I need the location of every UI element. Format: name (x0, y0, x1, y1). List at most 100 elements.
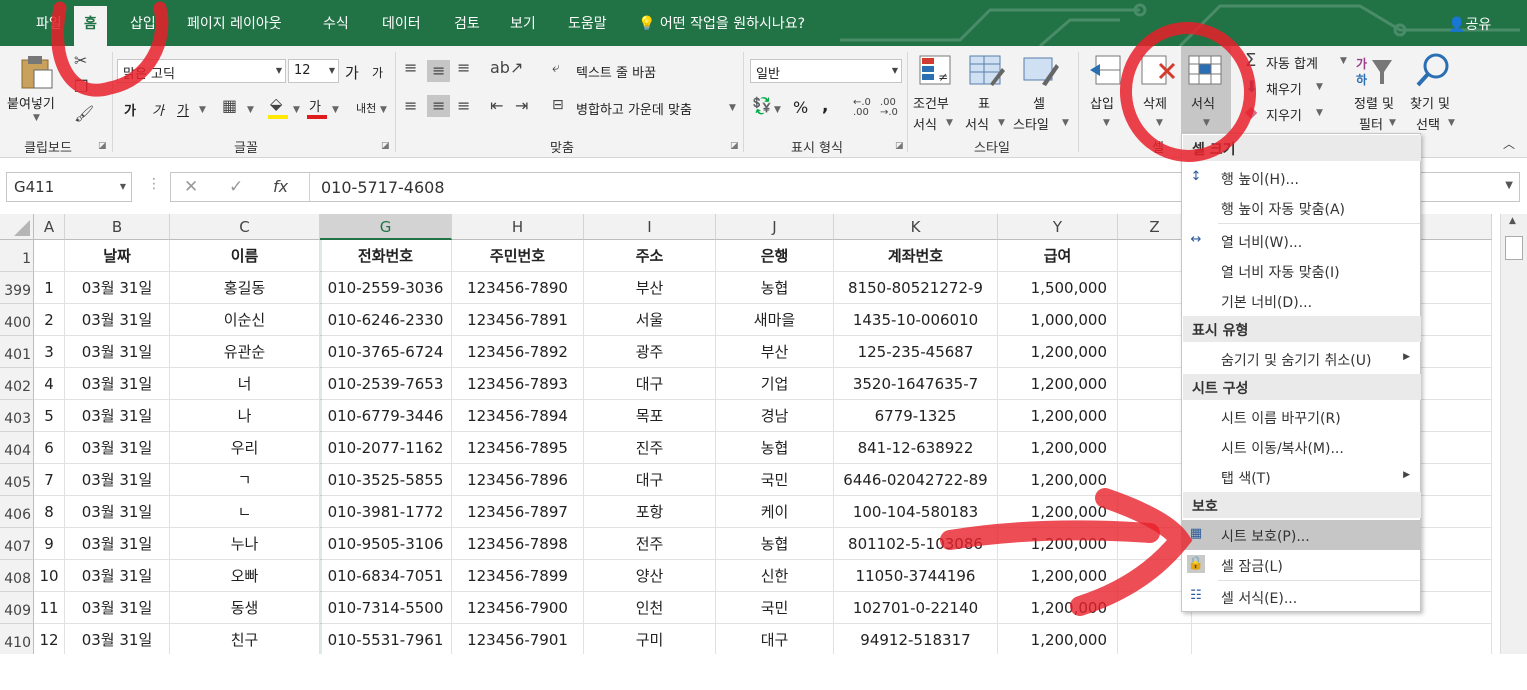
table-cell[interactable]: 03월 31일 (65, 560, 170, 592)
table-cell[interactable] (1118, 624, 1192, 654)
row-header[interactable]: 400 (0, 304, 34, 336)
table-cell[interactable]: 801102-5-103086 (834, 528, 998, 560)
table-cell[interactable]: 1,200,000 (998, 464, 1118, 496)
phonetic-guide-button[interactable]: 내천 (356, 100, 376, 116)
table-cell[interactable]: 4 (34, 368, 65, 400)
header-cell[interactable]: 날짜 (65, 240, 170, 272)
align-bottom-icon[interactable]: ≡ (457, 60, 470, 76)
tab-review[interactable]: 검토 (454, 13, 480, 33)
table-cell[interactable]: 03월 31일 (65, 592, 170, 624)
column-header-Y[interactable]: Y (998, 214, 1118, 240)
row-header[interactable]: 410 (0, 624, 34, 654)
vertical-scrollbar[interactable]: ▲ (1500, 214, 1527, 654)
align-right-icon[interactable]: ≡ (457, 98, 470, 114)
menu-item-format-cells[interactable]: ☷ 셀 서식(E)... (1182, 582, 1420, 612)
menu-item-autofit-column-width[interactable]: 열 너비 자동 맞춤(I) (1182, 256, 1420, 286)
tab-data[interactable]: 데이터 (382, 13, 421, 33)
border-icon[interactable]: ▦ (222, 98, 237, 114)
table-cell[interactable]: 11050-3744196 (834, 560, 998, 592)
row-header[interactable]: 408 (0, 560, 34, 592)
table-cell[interactable]: 10 (34, 560, 65, 592)
table-cell[interactable]: 3 (34, 336, 65, 368)
table-cell[interactable]: 홍길동 (170, 272, 320, 304)
formula-value[interactable]: 010-5717-4608 (321, 178, 445, 197)
table-cell[interactable]: 102701-0-22140 (834, 592, 998, 624)
table-cell[interactable]: 123456-7900 (452, 592, 584, 624)
header-cell[interactable]: 급여 (998, 240, 1118, 272)
table-cell[interactable]: 010-2559-3036 (320, 272, 452, 304)
table-cell[interactable]: 03월 31일 (65, 528, 170, 560)
underline-button[interactable]: 가 (177, 100, 189, 119)
table-cell[interactable]: 인천 (584, 592, 716, 624)
table-cell[interactable]: 03월 31일 (65, 400, 170, 432)
table-cell[interactable]: 123456-7899 (452, 560, 584, 592)
menu-item-column-width[interactable]: ↔ 열 너비(W)... (1182, 226, 1420, 256)
table-cell[interactable]: 010-7314-5500 (320, 592, 452, 624)
table-cell[interactable]: 03월 31일 (65, 336, 170, 368)
menu-item-hide-unhide[interactable]: 숨기기 및 숨기기 취소(U) ▶ (1182, 344, 1420, 374)
row-header[interactable]: 407 (0, 528, 34, 560)
table-cell[interactable]: 11 (34, 592, 65, 624)
row-header[interactable]: 409 (0, 592, 34, 624)
column-header-K[interactable]: K (834, 214, 998, 240)
table-cell[interactable]: 대구 (716, 624, 834, 654)
row-header[interactable]: 401 (0, 336, 34, 368)
number-format-combo[interactable]: 일반 ▼ (750, 59, 902, 83)
table-cell[interactable]: 1435-10-006010 (834, 304, 998, 336)
column-header-I[interactable]: I (584, 214, 716, 240)
header-cell[interactable]: 주소 (584, 240, 716, 272)
font-size-combo[interactable]: 12 ▼ (288, 59, 339, 83)
tab-insert[interactable]: 삽입 (130, 13, 156, 33)
table-cell[interactable]: 이순신 (170, 304, 320, 336)
table-cell[interactable]: 1,200,000 (998, 400, 1118, 432)
table-cell[interactable]: 누나 (170, 528, 320, 560)
table-cell[interactable]: 5 (34, 400, 65, 432)
table-cell[interactable]: 123456-7893 (452, 368, 584, 400)
table-cell[interactable]: 100-104-580183 (834, 496, 998, 528)
row-header[interactable]: 403 (0, 400, 34, 432)
name-box[interactable]: G411 ▼ (6, 172, 132, 202)
menu-item-protect-sheet[interactable]: ▦ 시트 보호(P)... (1182, 520, 1420, 550)
table-cell[interactable]: 전주 (584, 528, 716, 560)
table-cell[interactable]: 1,200,000 (998, 496, 1118, 528)
table-cell[interactable]: 03월 31일 (65, 496, 170, 528)
row-header[interactable]: 402 (0, 368, 34, 400)
table-cell[interactable]: 구미 (584, 624, 716, 654)
align-top-icon[interactable]: ≡ (404, 60, 417, 76)
tab-help[interactable]: 도움말 (568, 13, 607, 33)
table-cell[interactable] (1192, 624, 1492, 654)
table-cell[interactable]: 8 (34, 496, 65, 528)
align-center-icon[interactable]: ≡ (427, 95, 451, 117)
dialog-launcher-icon[interactable]: ◪ (895, 141, 904, 151)
table-cell[interactable]: 국민 (716, 592, 834, 624)
tab-view[interactable]: 보기 (510, 13, 536, 33)
table-cell[interactable]: 123456-7890 (452, 272, 584, 304)
column-header-H[interactable]: H (452, 214, 584, 240)
table-cell[interactable]: 대구 (584, 368, 716, 400)
table-cell[interactable]: 841-12-638922 (834, 432, 998, 464)
table-cell[interactable]: 광주 (584, 336, 716, 368)
enter-icon[interactable]: ✓ (229, 177, 243, 197)
align-left-icon[interactable]: ≡ (404, 98, 417, 114)
header-cell[interactable]: 계좌번호 (834, 240, 998, 272)
table-cell[interactable]: 123456-7895 (452, 432, 584, 464)
table-cell[interactable]: 농협 (716, 432, 834, 464)
copy-icon[interactable]: ❐ (74, 79, 88, 95)
row-header[interactable]: 405 (0, 464, 34, 496)
tab-formulas[interactable]: 수식 (323, 13, 349, 33)
table-cell[interactable]: 진주 (584, 432, 716, 464)
grow-font-button[interactable]: 가 (345, 62, 359, 83)
table-cell[interactable]: 6779-1325 (834, 400, 998, 432)
table-cell[interactable]: 부산 (716, 336, 834, 368)
table-cell[interactable]: 1,000,000 (998, 304, 1118, 336)
column-header-C[interactable]: C (170, 214, 320, 240)
column-header-G[interactable]: G (320, 214, 452, 240)
comma-button[interactable]: , (822, 96, 828, 116)
dialog-launcher-icon[interactable]: ◪ (730, 141, 739, 151)
menu-item-lock-cell[interactable]: 🔒 셀 잠금(L) (1182, 550, 1420, 580)
table-cell[interactable]: 너 (170, 368, 320, 400)
table-cell[interactable]: 국민 (716, 464, 834, 496)
table-cell[interactable]: 125-235-45687 (834, 336, 998, 368)
decrease-indent-icon[interactable]: ⇤ (490, 98, 503, 114)
table-cell[interactable]: 010-6246-2330 (320, 304, 452, 336)
